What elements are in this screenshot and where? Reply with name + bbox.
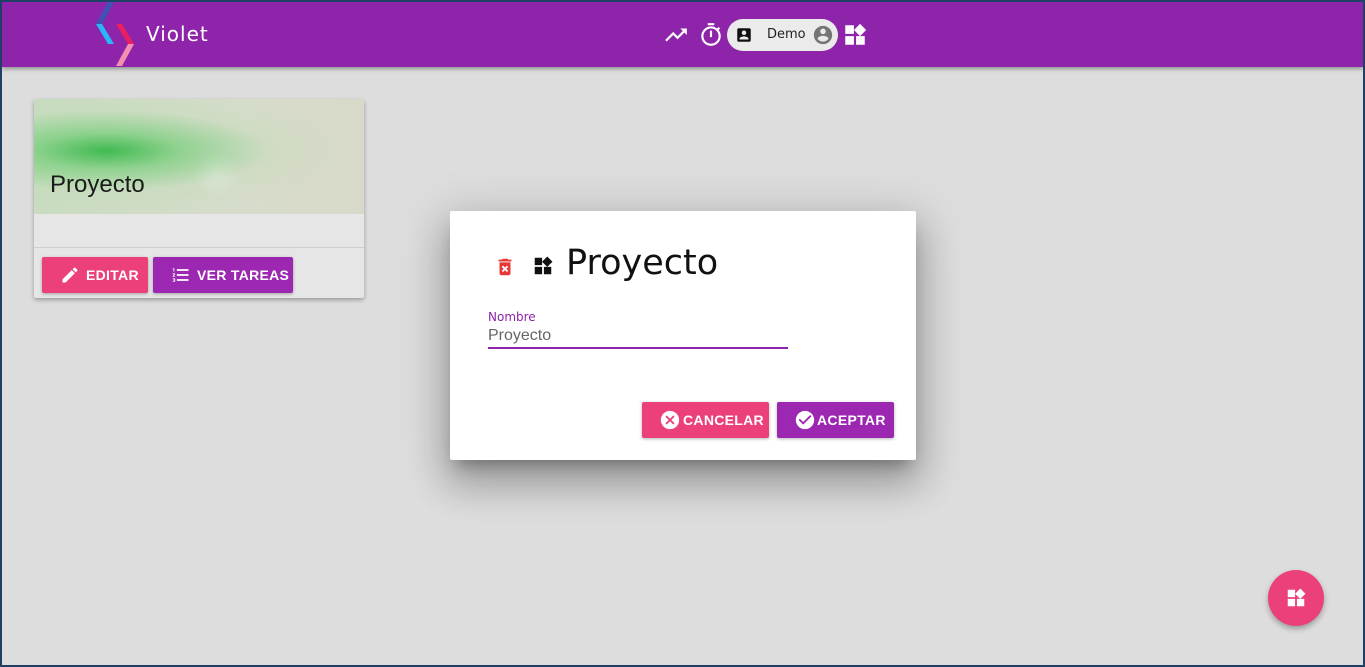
violet-logo-icon (96, 2, 134, 66)
edit-button[interactable]: EDITAR (42, 257, 148, 293)
check-circle-icon (795, 410, 815, 430)
edit-button-label: EDITAR (86, 267, 139, 283)
dialog-title: Proyecto (566, 243, 719, 283)
delete-forever-icon[interactable] (494, 255, 516, 279)
cancel-button[interactable]: CANCELAR (642, 402, 769, 438)
cancel-button-label: CANCELAR (683, 412, 764, 428)
project-card-title: Proyecto (50, 171, 145, 198)
account-circle-icon (813, 25, 833, 45)
project-card-image: Proyecto (34, 99, 364, 214)
project-card: Proyecto EDITAR VER TAREAS (34, 99, 364, 298)
trending-up-icon[interactable] (663, 22, 689, 48)
account-box-icon (737, 28, 751, 42)
list-numbered-icon (172, 268, 189, 282)
widgets-icon[interactable] (842, 22, 868, 48)
accept-button[interactable]: ACEPTAR (777, 402, 894, 438)
name-field[interactable] (488, 325, 788, 349)
timer-icon[interactable] (698, 22, 724, 48)
widgets-icon (1287, 588, 1306, 607)
add-project-fab[interactable] (1268, 570, 1324, 626)
view-tasks-button-label: VER TAREAS (197, 267, 290, 283)
name-field-label: Nombre (488, 310, 536, 324)
app-window: Violet Demo Proyecto EDITAR VER TAREAS P… (2, 2, 1363, 665)
close-circle-icon (660, 410, 680, 430)
view-tasks-button[interactable]: VER TAREAS (153, 257, 293, 293)
card-divider (34, 247, 364, 248)
accept-button-label: ACEPTAR (817, 412, 886, 428)
pencil-icon (62, 267, 78, 283)
app-title: Violet (146, 22, 209, 46)
top-app-bar: Violet Demo (2, 2, 1363, 67)
user-name: Demo (767, 27, 806, 42)
project-dialog: Proyecto Nombre CANCELAR ACEPTAR (450, 211, 916, 460)
user-chip[interactable]: Demo (727, 19, 838, 51)
widgets-icon (534, 256, 553, 275)
